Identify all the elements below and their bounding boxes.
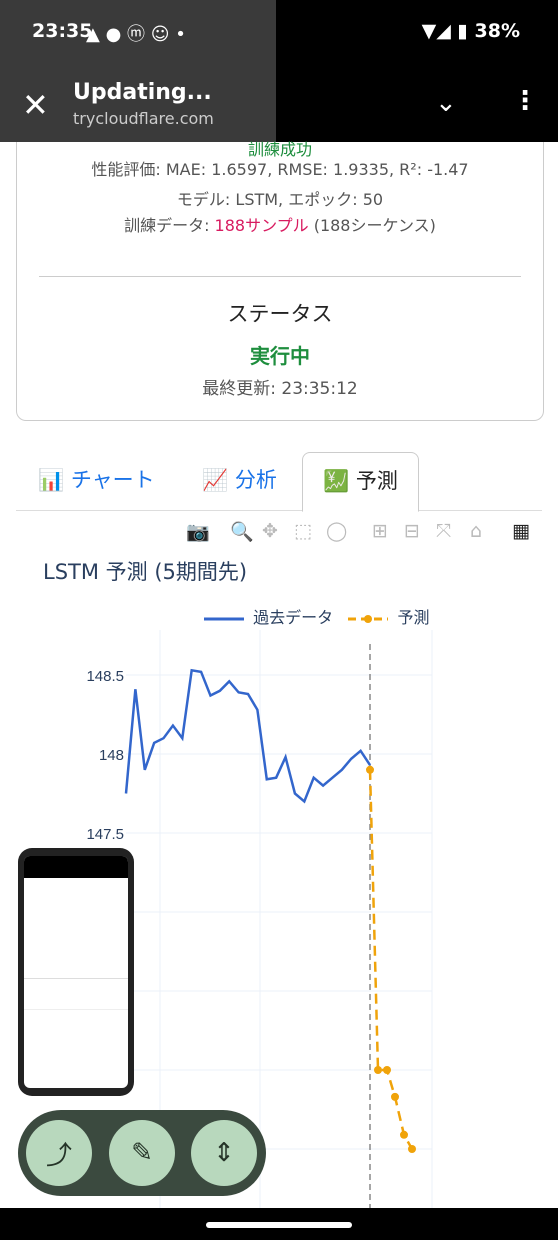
forecast-point [383, 1066, 391, 1074]
zoom-icon[interactable]: 🔍 [230, 520, 254, 543]
y-tick-label: 148.5 [86, 668, 124, 685]
chevron-down-icon[interactable]: ⌄ [435, 88, 457, 118]
status-value: 実行中 [250, 344, 310, 368]
lasso-icon[interactable]: ◯ [326, 520, 347, 542]
last-update: 最終更新: 23:35:12 [202, 379, 358, 399]
legend-forecast-swatch [348, 614, 389, 623]
model-text: モデル: LSTM, エポック: 50 [176, 190, 384, 209]
screenshot-actions: ⤴ ✎ ⇕ [18, 1110, 266, 1196]
forecast-series-line [368, 769, 414, 1150]
share-icon[interactable]: ⤴ [26, 1120, 92, 1186]
y-tick-label: 147.5 [86, 826, 124, 843]
pan-icon[interactable]: ✥ [262, 520, 278, 542]
status-right: ▼◢ ▮ 38% [421, 20, 520, 42]
autoscale-icon[interactable]: ⤧ [436, 520, 451, 542]
forecast-point [408, 1145, 416, 1153]
status-bar: 23:35 ▲ ● ⓜ ☺ • ▼◢ ▮ 38% [0, 0, 558, 140]
bar-chart-icon: 📊 [38, 468, 65, 492]
zoom-out-icon[interactable]: ⊟ [404, 520, 420, 542]
home-gesture-bar[interactable] [206, 1222, 352, 1228]
history-series-line [124, 668, 372, 804]
plotly-logo-icon[interactable]: ▦ [512, 520, 530, 542]
notification-icons: ▲ ● ⓜ ☺ • [86, 24, 186, 45]
page-url: trycloudflare.com [73, 109, 214, 128]
forecast-chart-icon: 💹 [323, 469, 350, 493]
tab-chart[interactable]: 📊 チャート [38, 452, 155, 510]
app-bar: ✕ Updating... trycloudflare.com ⌄ ⋮ [0, 66, 558, 142]
status-time: 23:35 [32, 20, 93, 42]
tab-forecast[interactable]: 💹 予測 [302, 452, 419, 512]
camera-icon[interactable]: 📷 [186, 520, 210, 543]
trend-chart-icon: 📈 [202, 468, 229, 492]
forecast-point [391, 1092, 399, 1101]
legend-history[interactable]: 過去データ [253, 608, 333, 627]
chart-toolbar: 📷 🔍 ✥ ⬚ ◯ ⊞ ⊟ ⤧ ⌂ ▦ [180, 520, 542, 546]
navigation-bar [0, 1208, 558, 1240]
more-menu-icon[interactable]: ⋮ [512, 86, 538, 116]
chart-title: LSTM 予測 (5期間先) [43, 560, 248, 584]
sample-count: 188サンプル [214, 216, 309, 235]
legend-forecast[interactable]: 予測 [397, 608, 429, 627]
home-icon[interactable]: ⌂ [470, 520, 482, 542]
screenshot-preview[interactable] [18, 848, 134, 1096]
training-data-text: 訓練データ: 188サンプル (188シーケンス) [124, 216, 436, 235]
preview-screen [24, 856, 128, 1088]
metrics-text: 性能評価: MAE: 1.6597, RMSE: 1.9335, R²: -1.… [91, 160, 469, 179]
forecast-point [374, 1066, 382, 1074]
legend-history-swatch [204, 617, 244, 620]
close-icon[interactable]: ✕ [22, 86, 49, 124]
expand-icon[interactable]: ⇕ [191, 1120, 257, 1186]
divider [39, 276, 521, 277]
edit-icon[interactable]: ✎ [109, 1120, 175, 1186]
status-heading: ステータス [227, 302, 333, 326]
tab-analysis[interactable]: 📈 分析 [202, 452, 277, 510]
box-select-icon[interactable]: ⬚ [294, 520, 312, 542]
zoom-in-icon[interactable]: ⊞ [372, 520, 388, 542]
status-card: 訓練成功 性能評価: MAE: 1.6597, RMSE: 1.9335, R²… [16, 140, 544, 421]
battery-text: 38% [474, 20, 520, 42]
tab-bar: 📊 チャート 📈 分析 💹 予測 [16, 452, 542, 512]
chart-legend: 過去データ 予測 [204, 604, 429, 628]
forecast-point [366, 765, 374, 774]
y-tick-label: 148 [99, 747, 124, 764]
page-title: Updating... [73, 80, 212, 105]
forecast-point [400, 1130, 408, 1139]
